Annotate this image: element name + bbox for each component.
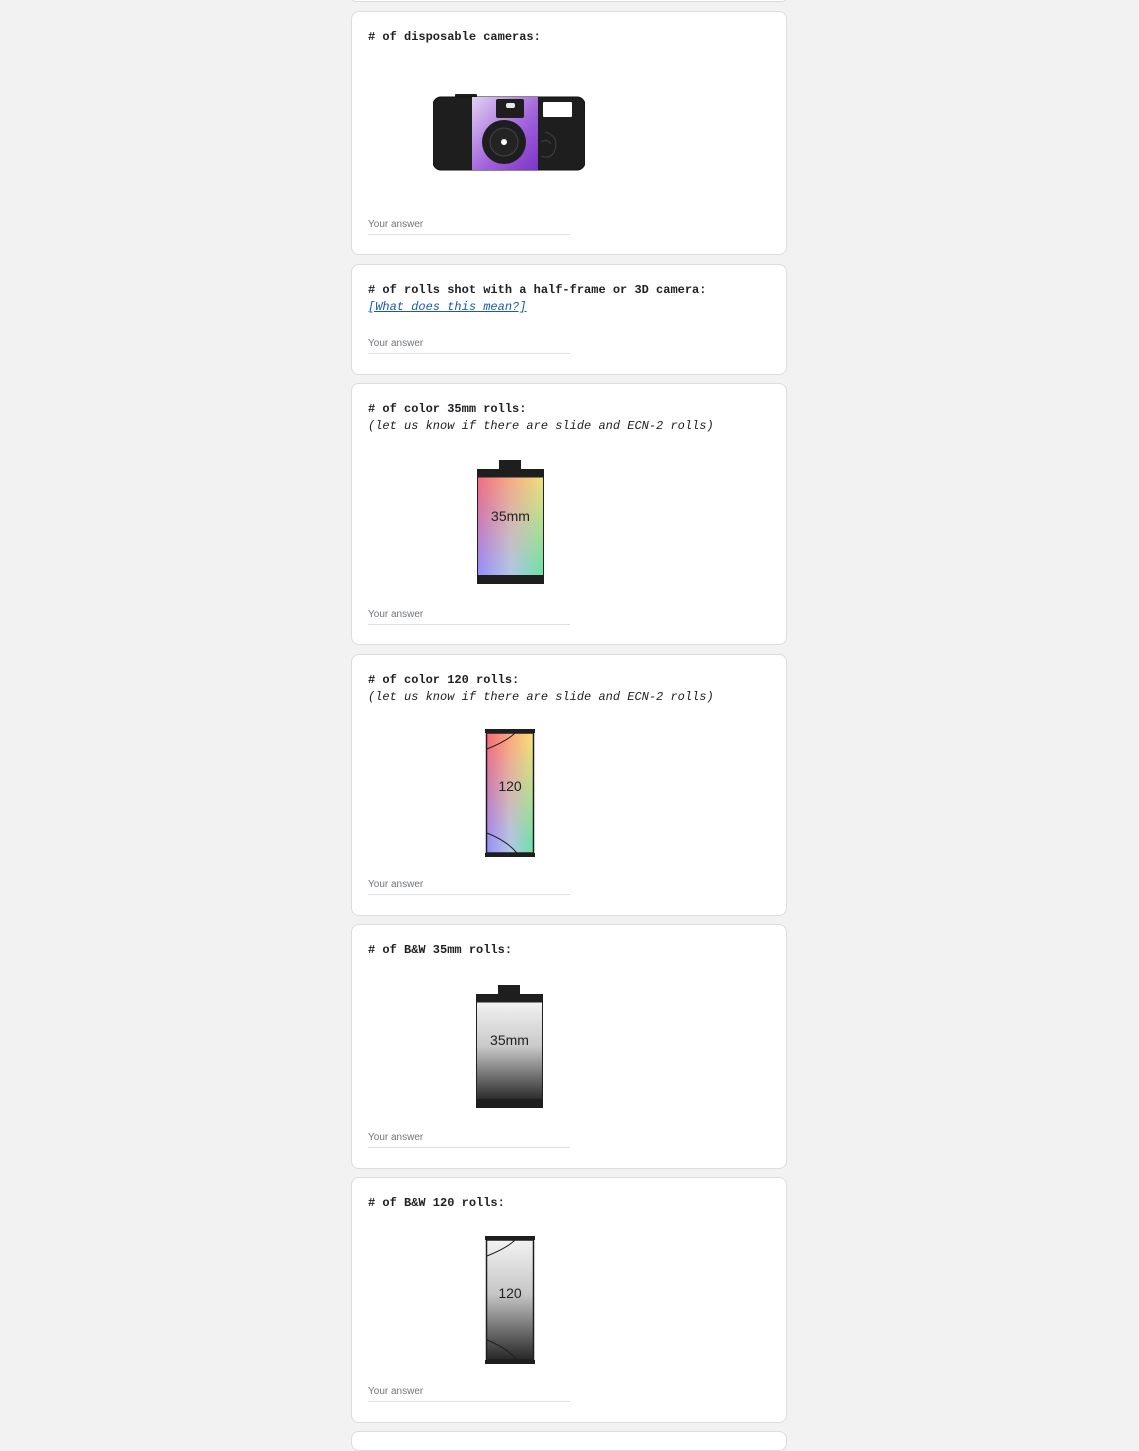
question-subtitle: (let us know if there are slide and ECN-… [368, 419, 714, 433]
film-canister-35mm-bw-icon: 35mm [476, 985, 544, 1109]
question-subtitle: (let us know if there are slide and ECN-… [368, 690, 714, 704]
question-title: # of disposable cameras: [368, 30, 541, 44]
film-label-35mm: 35mm [491, 508, 530, 524]
question-title: # of B&W 35mm rolls: [368, 943, 513, 957]
question-title: # of rolls shot with a half-frame or 3D … [368, 283, 707, 297]
question-card-disposable: # of disposable cameras: [351, 11, 787, 255]
what-does-this-mean-link[interactable]: [What does this mean?] [368, 300, 526, 314]
answer-input-bw-120[interactable] [368, 1381, 570, 1402]
question-title: # of B&W 120 rolls: [368, 1196, 505, 1210]
question-card-half-frame: # of rolls shot with a half-frame or 3D … [351, 264, 787, 375]
film-label-120: 120 [498, 778, 522, 794]
question-card-bw-120: # of B&W 120 rolls: 120 [351, 1177, 787, 1423]
question-title: # of color 120 rolls: [368, 673, 520, 687]
question-card-color-120: # of color 120 rolls: (let us know if th… [351, 654, 787, 916]
question-title: # of color 35mm rolls: [368, 402, 527, 416]
film-canister-35mm-color-icon: 35mm [477, 460, 545, 584]
answer-input-half-frame[interactable] [368, 333, 570, 354]
film-roll-120-bw-icon: 120 [485, 1236, 535, 1364]
answer-input-color-35mm[interactable] [368, 604, 570, 625]
previous-question-card [351, 0, 787, 2]
film-label-120: 120 [498, 1285, 522, 1301]
film-label-35mm: 35mm [490, 1032, 529, 1048]
film-roll-120-color-icon: 120 [485, 729, 535, 857]
question-card-color-35mm: # of color 35mm rolls: (let us know if t… [351, 383, 787, 645]
answer-input-disposable[interactable] [368, 214, 570, 235]
answer-input-bw-35mm[interactable] [368, 1127, 570, 1148]
next-question-card [351, 1431, 787, 1451]
disposable-camera-icon [433, 94, 585, 172]
question-card-bw-35mm: # of B&W 35mm rolls: 35mm [351, 924, 787, 1169]
answer-input-color-120[interactable] [368, 874, 570, 895]
